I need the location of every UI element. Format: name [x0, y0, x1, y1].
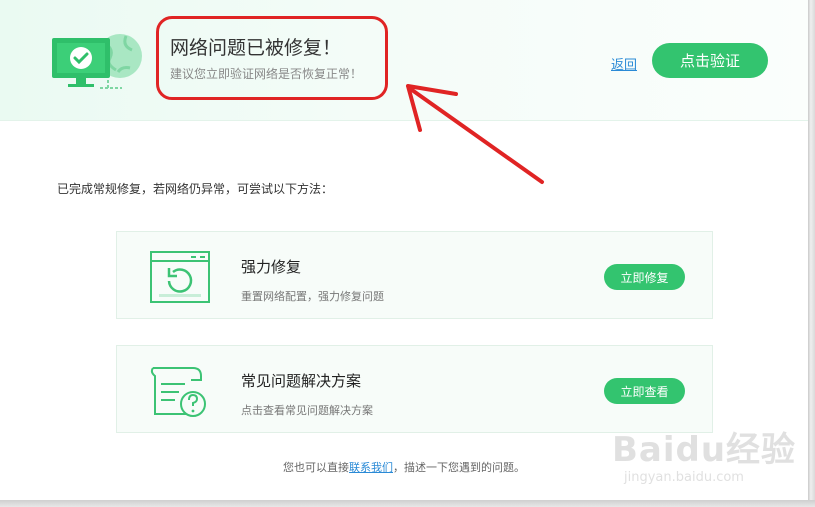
document-question-icon	[150, 367, 206, 417]
intro-text: 已完成常规修复，若网络仍异常，可尝试以下方法：	[57, 182, 334, 196]
network-fixed-monitor-icon	[52, 34, 142, 90]
card-title: 常见问题解决方案	[241, 372, 362, 390]
watermark-url: jingyan.baidu.com	[624, 470, 744, 485]
card-description: 重置网络配置，强力修复问题	[241, 290, 384, 303]
card-description: 点击查看常见问题解决方案	[241, 404, 373, 417]
view-now-button[interactable]: 立即查看	[604, 378, 685, 404]
contact-us-link[interactable]: 联系我们	[349, 461, 393, 474]
back-link[interactable]: 返回	[611, 54, 637, 73]
watermark-brand: Baidu经验	[612, 430, 797, 470]
window-refresh-icon	[150, 251, 210, 303]
card-force-repair: 强力修复 重置网络配置，强力修复问题 立即修复	[116, 231, 713, 319]
baidu-jingyan-watermark: Baidu经验 jingyan.baidu.com	[612, 418, 795, 496]
annotation-arrow-icon	[406, 84, 544, 184]
window-right-edge	[808, 0, 815, 507]
footer-prefix: 您也可以直接	[283, 461, 349, 474]
verify-button[interactable]: 点击验证	[652, 43, 768, 78]
card-title: 强力修复	[241, 258, 302, 276]
footer-suffix: ，描述一下您遇到的问题。	[393, 461, 525, 474]
window-bottom-edge	[0, 500, 815, 507]
repair-now-button[interactable]: 立即修复	[604, 264, 685, 290]
annotation-highlight-box	[156, 16, 388, 100]
